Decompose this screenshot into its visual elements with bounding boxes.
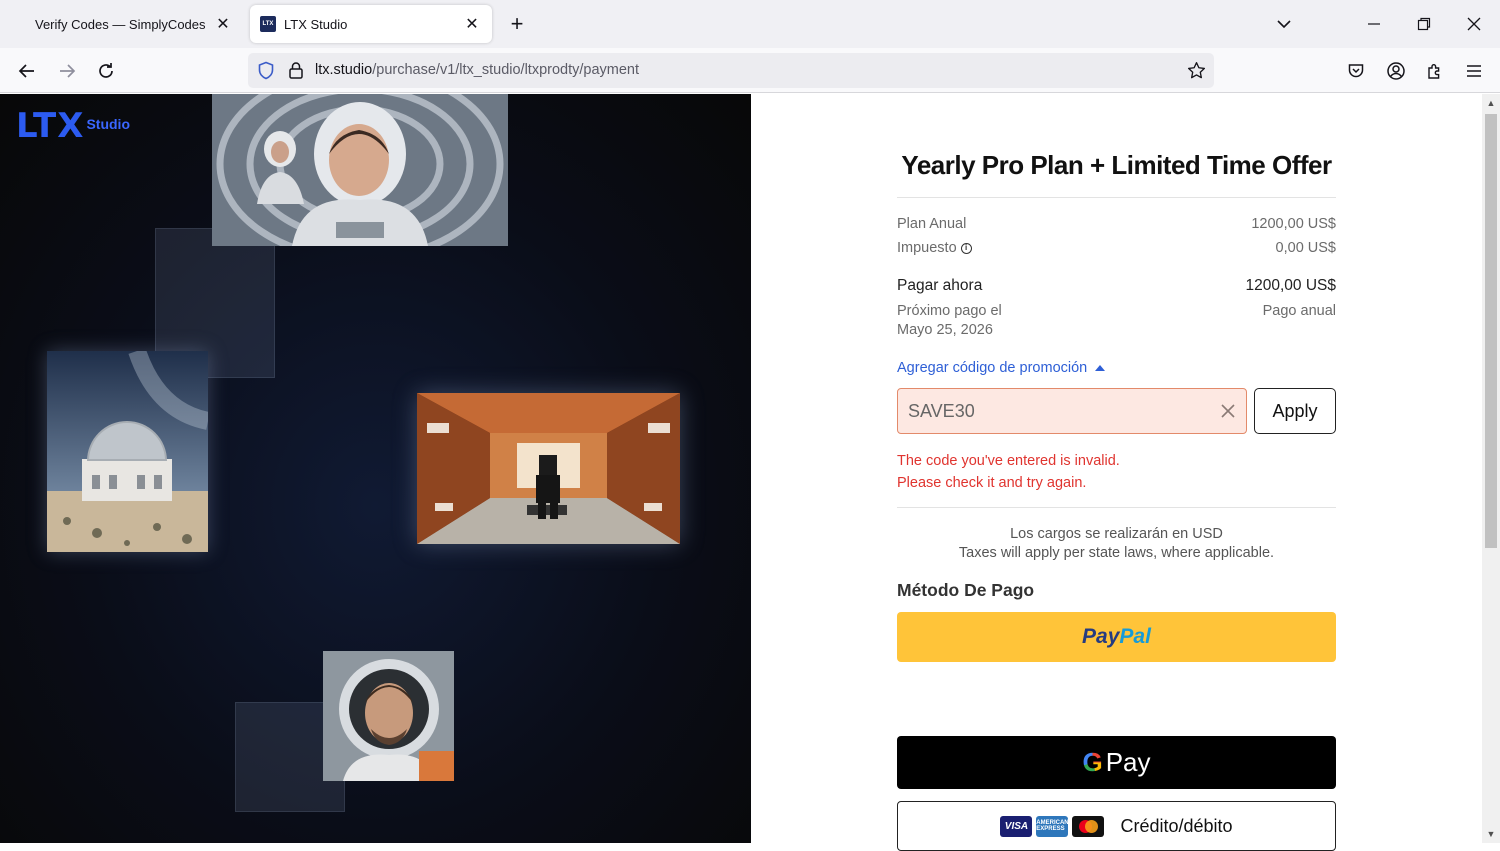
next-payment-line: Próximo pago el Mayo 25, 2026 Pago anual (897, 302, 1336, 340)
checkout-panel: Yearly Pro Plan + Limited Time Offer Pla… (751, 94, 1482, 851)
pay-now-label: Pagar ahora (897, 277, 983, 294)
url-text: ltx.studio/purchase/v1/ltx_studio/ltxpro… (315, 62, 639, 78)
account-icon[interactable] (1383, 58, 1409, 84)
error-line-2: Please check it and try again. (897, 475, 1087, 491)
divider (897, 197, 1336, 198)
tax-label: Impuesto i (897, 240, 972, 256)
tracking-protection-shield-icon[interactable] (257, 61, 275, 85)
plan-title: Yearly Pro Plan + Limited Time Offer (901, 150, 1332, 180)
promo-error-message: The code you've entered is invalid. Plea… (897, 450, 1120, 494)
hero-collage: LTX Studio (0, 94, 751, 843)
minimize-icon[interactable] (1362, 12, 1386, 36)
page-scrollbar[interactable]: ▲ ▼ (1482, 94, 1500, 843)
next-payment-label: Próximo pago el (897, 303, 1002, 319)
google-g-icon: G (1082, 747, 1103, 777)
url-path: /purchase/v1/ltx_studio/ltxprodty/paymen… (372, 62, 640, 78)
astronaut-man-image (323, 651, 454, 781)
clear-input-x-icon[interactable] (1218, 401, 1238, 421)
google-pay-button[interactable]: G Pay (897, 736, 1336, 789)
mastercard-icon (1072, 815, 1105, 837)
restore-icon[interactable] (1412, 12, 1436, 36)
page-content: LTX Studio Yearly Pro Plan + Limited Tim… (0, 94, 1482, 851)
pay-now-line: Pagar ahora 1200,00 US$ (897, 277, 1336, 295)
astronaut-woman-image (212, 94, 508, 246)
next-payment-date: Mayo 25, 2026 (897, 322, 993, 338)
payment-method-title: Método De Pago (897, 580, 1035, 600)
currency-note: Los cargos se realizarán en USD (1010, 526, 1223, 542)
plan-label: Plan Anual (897, 216, 967, 232)
card-label: Crédito/débito (1120, 815, 1233, 836)
logo-studio-text: Studio (86, 116, 130, 132)
scroll-up-arrow-icon[interactable]: ▲ (1486, 98, 1496, 108)
pay-now-value: 1200,00 US$ (1245, 277, 1337, 294)
bookmark-star-icon[interactable] (1187, 61, 1206, 85)
card-brand-icons: VISA AMERICAN EXPRESS (1000, 815, 1105, 837)
tax-value: 0,00 US$ (1275, 240, 1336, 256)
visa-icon: VISA (1000, 815, 1033, 837)
paypal-button[interactable]: Pay Pal (897, 612, 1336, 662)
tab-title: LTX Studio (284, 16, 348, 32)
ltx-studio-logo[interactable]: LTX Studio (16, 108, 130, 144)
back-arrow-icon[interactable] (14, 58, 40, 84)
promo-link-label: Agregar código de promoción (897, 360, 1088, 376)
tab-bar: Verify Codes — SimplyCodes ✕ LTX LTX Stu… (0, 0, 1500, 48)
reload-icon[interactable] (93, 58, 119, 84)
paypal-logo-pal: Pal (1119, 625, 1151, 648)
extensions-puzzle-icon[interactable] (1422, 58, 1448, 84)
tax-note: Taxes will apply per state laws, where a… (958, 545, 1275, 561)
credit-debit-button[interactable]: VISA AMERICAN EXPRESS Crédito/débito (897, 801, 1336, 851)
tax-line: Impuesto i 0,00 US$ (897, 240, 1336, 256)
promo-code-field[interactable] (897, 388, 1247, 434)
menu-hamburger-icon[interactable] (1461, 58, 1487, 84)
list-all-tabs-chevron-icon[interactable] (1272, 12, 1296, 36)
billing-cycle: Pago anual (1262, 303, 1336, 319)
scroll-down-arrow-icon[interactable]: ▼ (1486, 829, 1496, 839)
address-bar[interactable]: ltx.studio/purchase/v1/ltx_studio/ltxpro… (248, 53, 1214, 88)
observatory-image (47, 351, 208, 552)
spaceship-corridor-image (417, 393, 680, 544)
url-host: ltx.studio (315, 62, 373, 78)
info-icon[interactable]: i (960, 242, 972, 254)
tab-verify-codes[interactable]: Verify Codes — SimplyCodes ✕ (25, 5, 243, 43)
amex-icon: AMERICAN EXPRESS (1036, 815, 1069, 837)
gpay-label: Pay (1105, 747, 1151, 777)
navigation-toolbar: ltx.studio/purchase/v1/ltx_studio/ltxpro… (0, 48, 1500, 93)
next-payment-info: Próximo pago el Mayo 25, 2026 (897, 302, 1002, 340)
plan-price: 1200,00 US$ (1251, 216, 1336, 232)
new-tab-plus-icon[interactable]: + (505, 12, 529, 36)
caret-up-icon (1095, 365, 1106, 371)
tab-title: Verify Codes — SimplyCodes (35, 16, 206, 32)
close-window-icon[interactable] (1462, 12, 1486, 36)
plan-line: Plan Anual 1200,00 US$ (897, 216, 1336, 232)
close-tab-icon[interactable]: ✕ (213, 14, 233, 34)
promo-code-input[interactable] (908, 399, 1208, 423)
scrollbar-thumb[interactable] (1485, 114, 1497, 548)
close-tab-icon[interactable]: ✕ (462, 14, 482, 34)
forward-arrow-icon[interactable] (54, 58, 80, 84)
paypal-logo-pay: Pay (1082, 625, 1120, 648)
logo-ltx-text: LTX (16, 106, 85, 146)
add-promo-code-link[interactable]: Agregar código de promoción (897, 360, 1106, 376)
apply-button[interactable]: Apply (1254, 388, 1336, 434)
pocket-icon[interactable] (1343, 58, 1369, 84)
ltx-favicon-icon: LTX (260, 16, 276, 32)
tab-ltx-studio[interactable]: LTX LTX Studio ✕ (250, 5, 492, 43)
lock-icon[interactable] (288, 61, 304, 85)
divider (897, 507, 1336, 508)
error-line-1: The code you've entered is invalid. (897, 453, 1120, 469)
